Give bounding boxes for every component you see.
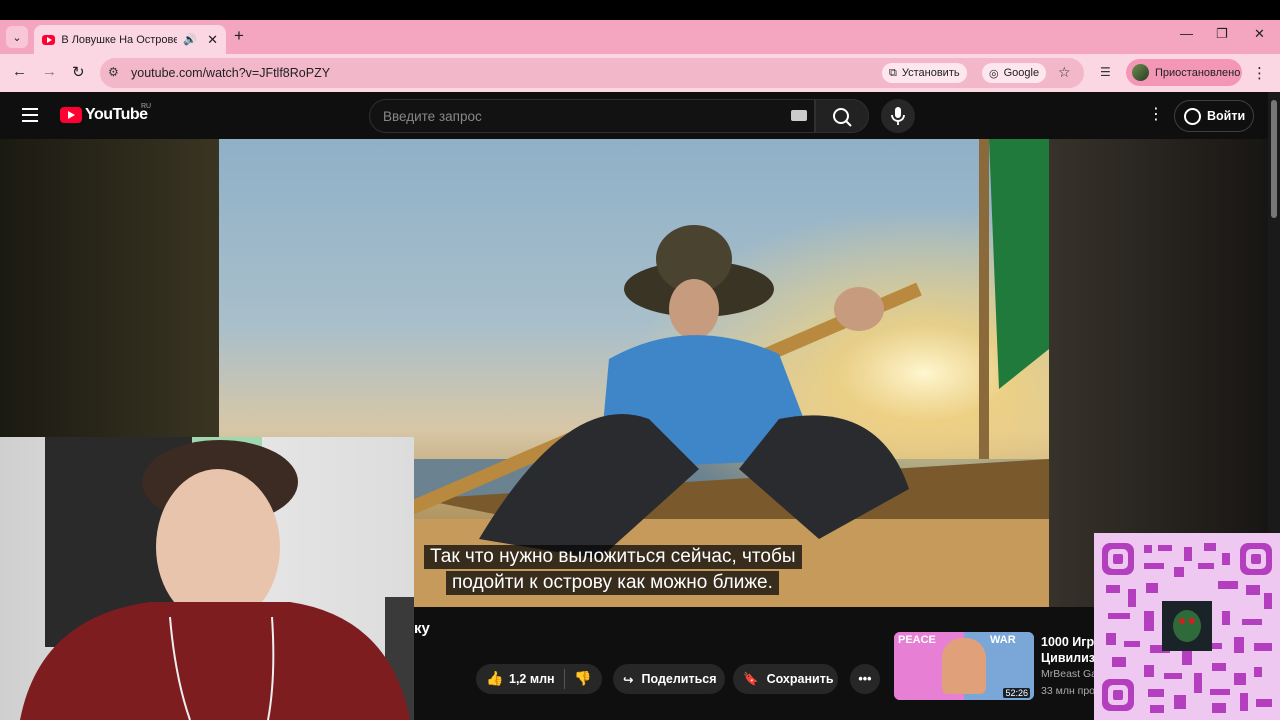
install-label: Установить [901,67,960,79]
youtube-play-icon [60,107,82,123]
lens-icon: ◎ [989,67,999,80]
thumb-face [942,638,986,694]
thumb-peace-text: PEACE [898,634,936,646]
youtube-wordmark: YouTube [85,106,148,123]
webcam-overlay [0,437,414,720]
like-dislike-group: 👍 1,2 млн 👎 [476,664,602,694]
install-app-button[interactable]: ⧉ Установить [882,63,967,83]
reload-button[interactable]: ↻ [72,63,85,81]
tab-search-button[interactable]: ⌄ [6,26,28,48]
account-icon [1184,107,1201,125]
search-placeholder: Введите запрос [383,109,482,124]
microphone-icon [891,107,905,125]
recommended-video-info[interactable]: 1000 Игро Цивилиза MrBeast Ga 33 млн про [1041,634,1097,700]
caption-line-1: Так что нужно выложиться сейчас, чтобы [424,545,802,569]
like-divider [564,669,565,689]
caption-text-2: подойти к острову как можно ближе. [452,572,773,593]
webcam-frame [20,437,414,720]
bookmark-star-icon[interactable]: ☆ [1058,64,1071,81]
screen-top-edge [0,0,1280,20]
new-tab-button[interactable]: + [234,26,244,46]
qr-code-image [1094,533,1280,720]
restore-button[interactable]: ❐ [1216,26,1228,42]
omnibox[interactable]: ⚙ youtube.com/watch?v=JFtlf8RoPZY ⧉ Уста… [100,58,1084,88]
browser-menu-icon[interactable]: ⋮ [1252,64,1267,82]
keyboard-icon[interactable] [791,110,807,121]
media-controls-icon[interactable]: ☰ [1100,65,1111,79]
like-count[interactable]: 1,2 млн [509,672,555,686]
dislike-icon[interactable]: 👎 [574,670,591,687]
youtube-favicon-icon [42,34,56,45]
minimize-button[interactable]: — [1180,26,1193,41]
speaker-icon[interactable]: 🔊 [183,33,197,46]
hamburger-menu-icon[interactable] [22,108,38,122]
share-icon: ↪ [623,672,634,687]
window-close-button[interactable]: ✕ [1254,26,1265,42]
rec-channel: MrBeast Ga [1041,668,1097,680]
save-label: Сохранить [766,672,834,686]
recommended-video-thumbnail[interactable]: PEACE WAR 52:26 [894,632,1034,700]
tab-close-icon[interactable]: ✕ [207,32,218,48]
profile-avatar [1132,64,1149,81]
browser-toolbar: ← → ↻ ⚙ youtube.com/watch?v=JFtlf8RoPZY … [0,54,1280,92]
video-duration: 52:26 [1003,688,1030,698]
profile-label: Приостановлено [1155,66,1241,79]
more-icon: ••• [858,672,872,686]
bookmark-icon: 🔖 [743,671,759,686]
tab-title: В Ловушке На Острове, По [61,33,178,46]
site-info-icon[interactable]: ⚙ [108,65,119,79]
rec-title-line1: 1000 Игро [1041,635,1097,649]
qr-code-overlay [1094,533,1280,720]
forward-button[interactable]: → [42,63,57,80]
rec-views: 33 млн про [1041,685,1096,697]
install-icon: ⧉ [889,66,897,79]
caption-line-2: подойти к острову как можно ближе. [446,571,779,595]
google-label: Google [1003,67,1040,79]
google-lens-button[interactable]: ◎ Google [982,63,1047,83]
search-icon [833,108,852,127]
search-button[interactable] [815,99,869,133]
profile-button[interactable]: Приостановлено [1126,59,1242,86]
browser-tab-active[interactable]: В Ловушке На Острове, По 🔊 ✕ [34,25,226,54]
sign-in-label: Войти [1207,109,1246,123]
region-code: RU [141,103,152,110]
scrollbar-thumb[interactable] [1271,100,1277,218]
more-actions-button[interactable]: ••• [850,664,880,694]
like-icon[interactable]: 👍 [486,670,503,687]
save-button[interactable]: 🔖 Сохранить [733,664,838,694]
caption-text-1: Так что нужно выложиться сейчас, чтобы [430,546,796,567]
rec-title-line2: Цивилиза [1041,651,1097,665]
sign-in-button[interactable]: Войти [1174,100,1254,132]
search-input[interactable]: Введите запрос [369,99,815,133]
youtube-header: YouTube RU Введите запрос ⋮ Войти [0,92,1268,139]
share-button[interactable]: ↪ Поделиться [613,664,725,694]
voice-search-button[interactable] [881,99,915,133]
browser-tab-strip: ⌄ В Ловушке На Острове, По 🔊 ✕ + — ❐ ✕ [0,20,1280,54]
share-label: Поделиться [641,672,717,686]
thumb-war-text: WAR [990,634,1016,646]
youtube-logo[interactable]: YouTube RU [60,103,152,124]
back-button[interactable]: ← [12,63,27,80]
url-text[interactable]: youtube.com/watch?v=JFtlf8RoPZY [131,66,330,80]
settings-menu-icon[interactable]: ⋮ [1148,104,1164,124]
video-title: ку [414,620,430,637]
